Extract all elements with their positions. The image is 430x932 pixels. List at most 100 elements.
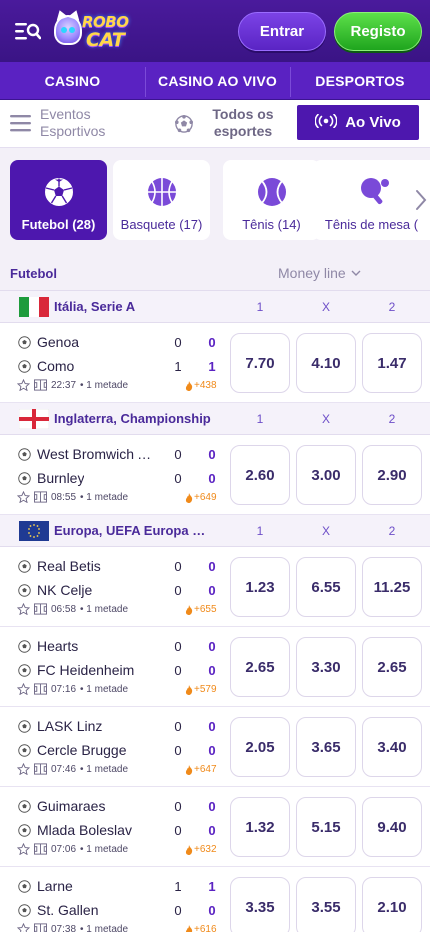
odd-away-button[interactable]: 2.10 <box>362 877 422 932</box>
odd-home-button[interactable]: 2.65 <box>230 637 290 697</box>
match-time: 06:58 <box>51 603 77 615</box>
nav-live-casino[interactable]: CASINO AO VIVO <box>145 66 290 97</box>
star-icon[interactable] <box>17 491 30 503</box>
league-header[interactable]: Inglaterra, Championship 1 X 2 <box>0 403 430 435</box>
sport-tab-tennis[interactable]: Tênis (14) <box>223 160 320 240</box>
away-team: St. Gallen <box>18 902 98 918</box>
more-markets[interactable]: +438 <box>185 380 217 391</box>
league-header[interactable]: Itália, Serie A 1 X 2 <box>0 291 430 323</box>
register-button[interactable]: Registo <box>334 12 422 51</box>
team-name: Mlada Boleslav <box>37 822 132 838</box>
odd-home-button[interactable]: 2.05 <box>230 717 290 777</box>
match-row[interactable]: West Bromwich Albion Burnley 0 0 0 0 08:… <box>0 435 430 515</box>
pitch-icon[interactable] <box>34 491 47 503</box>
list-icon[interactable] <box>10 113 32 138</box>
odd-home-button[interactable]: 2.60 <box>230 445 290 505</box>
match-row[interactable]: Genoa Como 0 0 1 1 22:37 • 1 metade +438… <box>0 323 430 403</box>
soccer-ball-icon <box>18 663 31 677</box>
market-select[interactable]: Money line <box>278 265 361 281</box>
odd-draw-button[interactable]: 3.30 <box>296 637 356 697</box>
score: 0 <box>174 583 182 598</box>
top-nav: CASINO CASINO AO VIVO DESPORTOS <box>0 62 430 100</box>
league-header[interactable]: Europa, UEFA Europa Conference League 1 … <box>0 515 430 547</box>
pitch-icon[interactable] <box>34 843 47 855</box>
star-icon[interactable] <box>17 379 30 391</box>
match-row[interactable]: Real Betis NK Celje 0 0 0 0 06:58 • 1 me… <box>0 547 430 627</box>
more-markets[interactable]: +616 <box>185 924 217 932</box>
sports-events-tab[interactable]: Eventos Esportivos <box>40 106 105 140</box>
score-period: 0 <box>208 663 216 678</box>
odd-away-button[interactable]: 9.40 <box>362 797 422 857</box>
menu-search-icon[interactable] <box>14 19 42 43</box>
sport-tab-label: Futebol (28) <box>21 217 96 232</box>
more-markets[interactable]: +579 <box>185 684 217 695</box>
star-icon[interactable] <box>17 923 30 932</box>
score: 0 <box>174 335 182 350</box>
pitch-icon[interactable] <box>34 603 47 615</box>
match-row[interactable]: Larne St. Gallen 1 1 0 0 07:38 • 1 metad… <box>0 867 430 932</box>
star-icon[interactable] <box>17 843 30 855</box>
chevron-down-icon <box>351 270 361 276</box>
sport-tab-table-tennis[interactable]: Tênis de mesa ( <box>313 160 430 240</box>
odd-draw-button[interactable]: 3.00 <box>296 445 356 505</box>
pitch-icon[interactable] <box>34 683 47 695</box>
live-tab[interactable]: Ao Vivo <box>297 105 419 140</box>
col-home-label: 1 <box>256 412 264 426</box>
soccer-ball-icon <box>18 799 31 813</box>
more-markets-count: +438 <box>194 380 217 391</box>
match-time: 08:55 <box>51 491 77 503</box>
more-markets[interactable]: +655 <box>185 604 217 615</box>
logo-text-bottom: CAT <box>86 29 125 51</box>
pitch-icon[interactable] <box>34 923 47 932</box>
soccer-ball-icon <box>18 583 31 597</box>
login-button[interactable]: Entrar <box>238 12 326 51</box>
odd-home-button[interactable]: 3.35 <box>230 877 290 932</box>
odd-away-button[interactable]: 2.90 <box>362 445 422 505</box>
pitch-icon[interactable] <box>34 379 47 391</box>
nav-casino[interactable]: CASINO <box>0 73 145 89</box>
odd-away-button[interactable]: 3.40 <box>362 717 422 777</box>
score: 1 <box>174 359 182 374</box>
odd-draw-button[interactable]: 4.10 <box>296 333 356 393</box>
odd-draw-button[interactable]: 6.55 <box>296 557 356 617</box>
sport-tab-football[interactable]: Futebol (28) <box>10 160 107 240</box>
star-icon[interactable] <box>17 603 30 615</box>
odd-draw-button[interactable]: 3.55 <box>296 877 356 932</box>
pitch-icon[interactable] <box>34 763 47 775</box>
more-markets[interactable]: +632 <box>185 844 217 855</box>
match-row[interactable]: Guimaraes Mlada Boleslav 0 0 0 0 07:06 •… <box>0 787 430 867</box>
col-draw-label: X <box>321 524 330 538</box>
star-icon[interactable] <box>17 683 30 695</box>
robocat-logo[interactable]: ROBO CAT <box>52 7 152 55</box>
odd-home-button[interactable]: 7.70 <box>230 333 290 393</box>
odd-away-button[interactable]: 1.47 <box>362 333 422 393</box>
match-meta: 22:37 • 1 metade <box>17 379 128 391</box>
odd-home-button[interactable]: 1.23 <box>230 557 290 617</box>
odd-away-button[interactable]: 11.25 <box>362 557 422 617</box>
all-sports-tab[interactable]: Todos os esportes <box>210 106 276 140</box>
sport-tab-label: Basquete (17) <box>120 217 203 232</box>
star-icon[interactable] <box>17 763 30 775</box>
match-row[interactable]: Hearts FC Heidenheim 0 0 0 0 07:16 • 1 m… <box>0 627 430 707</box>
match-row[interactable]: LASK Linz Cercle Brugge 0 0 0 0 07:46 • … <box>0 707 430 787</box>
odd-away-button[interactable]: 2.65 <box>362 637 422 697</box>
market-select-label: Money line <box>278 265 346 281</box>
odd-home-button[interactable]: 1.32 <box>230 797 290 857</box>
match-period: • 1 metade <box>80 843 129 855</box>
sports-carousel: Futebol (28) Basquete (17) Tênis (14) Tê… <box>0 148 430 250</box>
sport-tab-basketball[interactable]: Basquete (17) <box>113 160 210 240</box>
more-markets[interactable]: +649 <box>185 492 217 503</box>
match-time: 07:46 <box>51 763 77 775</box>
odd-draw-button[interactable]: 5.15 <box>296 797 356 857</box>
odd-draw-button[interactable]: 3.65 <box>296 717 356 777</box>
soccer-ball-icon <box>44 177 74 207</box>
nav-sports[interactable]: DESPORTOS <box>290 66 430 97</box>
soccer-ball-icon <box>18 719 31 733</box>
home-team: Hearts <box>18 638 78 654</box>
match-time: 07:38 <box>51 923 77 932</box>
score-period: 1 <box>208 879 216 894</box>
more-markets[interactable]: +647 <box>185 764 217 775</box>
col-home-label: 1 <box>256 524 264 538</box>
live-broadcast-icon <box>314 113 338 132</box>
chevron-right-icon[interactable] <box>414 188 428 212</box>
